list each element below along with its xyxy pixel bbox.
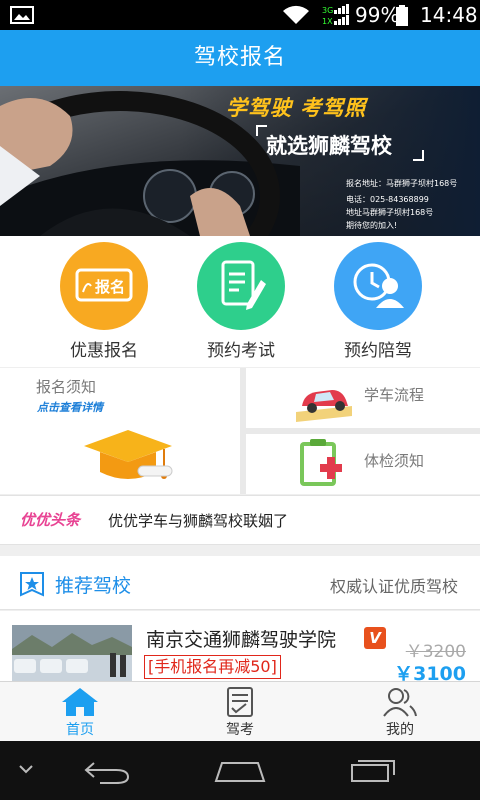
verified-icon: V bbox=[364, 627, 386, 649]
news-headline[interactable]: 优优头条 优优学车与狮麟驾校联姻了 bbox=[0, 495, 480, 545]
battery-icon bbox=[396, 5, 408, 26]
car-icon bbox=[296, 390, 352, 422]
health-check-card[interactable]: 体检须知 bbox=[246, 434, 480, 494]
clock-person-icon bbox=[334, 242, 422, 330]
entry-label: 预约陪驾 bbox=[344, 341, 412, 361]
banner-slogan: 学驾驶 考驾照 bbox=[226, 96, 367, 120]
current-price: ￥3100 bbox=[394, 663, 466, 681]
svg-text:3G: 3G bbox=[322, 6, 333, 15]
title-bar: 驾校报名 bbox=[0, 30, 480, 86]
school-list-item[interactable]: 南京交通狮麟驾驶学院 V ￥3200 [手机报名再减50] ￥3100 bbox=[0, 611, 480, 681]
recent-apps-icon[interactable] bbox=[350, 757, 398, 783]
banner-address: 报名地址：马群狮子坝村168号 bbox=[346, 179, 458, 188]
people-icon bbox=[383, 688, 417, 717]
back-icon[interactable] bbox=[84, 757, 130, 785]
signup-notice-title: 报名须知 bbox=[36, 378, 97, 396]
signup-icon: 报名 bbox=[60, 242, 148, 330]
learning-process-card[interactable]: 学车流程 bbox=[246, 368, 480, 428]
clock: 14:48 bbox=[420, 3, 478, 27]
headline-text: 优优学车与狮麟驾校联姻了 bbox=[108, 512, 289, 530]
school-name: 南京交通狮麟驾驶学院 bbox=[146, 629, 337, 651]
chevron-down-icon[interactable] bbox=[18, 763, 34, 775]
banner-brand: 就选狮麟驾校 bbox=[266, 134, 392, 158]
quick-entries: 报名 优惠报名 预约考试 预约陪驾 bbox=[0, 236, 480, 367]
entry-label: 优惠报名 bbox=[70, 341, 138, 361]
system-nav-bar bbox=[0, 741, 480, 800]
exam-note-icon bbox=[197, 242, 285, 330]
graduation-cap-icon bbox=[84, 430, 173, 479]
signup-badge-text: 报名 bbox=[95, 278, 125, 296]
tab-label: 我的 bbox=[386, 722, 414, 738]
home-button-icon[interactable] bbox=[214, 759, 266, 783]
entry-book-exam[interactable]: 预约考试 bbox=[180, 242, 300, 362]
medical-clipboard-icon bbox=[300, 439, 342, 486]
headline-tag: 优优头条 bbox=[20, 511, 81, 529]
checklist-icon bbox=[227, 687, 253, 717]
entry-discount-signup[interactable]: 报名 优惠报名 bbox=[43, 242, 163, 362]
tab-mine[interactable]: 我的 bbox=[320, 682, 480, 742]
tab-label: 驾考 bbox=[226, 722, 254, 738]
tab-home[interactable]: 首页 bbox=[0, 682, 160, 742]
bottom-tab-bar: 首页 驾考 我的 bbox=[0, 681, 480, 741]
star-badge-icon bbox=[20, 572, 44, 597]
info-grid: 报名须知 点击查看详情 学车流程 体检须知 bbox=[0, 368, 480, 494]
svg-text:1X: 1X bbox=[322, 17, 333, 26]
status-bar: 3G 1X 99% 14:48 bbox=[0, 0, 480, 30]
tab-label: 首页 bbox=[66, 722, 94, 738]
banner-address-2: 地址马群狮子坝村168号 bbox=[346, 208, 434, 217]
promo-tag: [手机报名再减50] bbox=[144, 655, 281, 679]
page-title: 驾校报名 bbox=[193, 45, 286, 70]
app-root: 3G 1X 99% 14:48 驾校报名 学驾驶 考驾照 就选狮麟驾校 报名地址… bbox=[0, 0, 480, 800]
signal-icon: 3G 1X bbox=[322, 4, 349, 26]
signup-notice-card[interactable]: 报名须知 点击查看详情 bbox=[0, 368, 240, 494]
recommend-subtitle: 权威认证优质驾校 bbox=[329, 577, 458, 596]
home-icon bbox=[62, 688, 98, 716]
gallery-icon bbox=[10, 6, 34, 24]
health-check-label: 体检须知 bbox=[364, 452, 425, 470]
tab-driving-test[interactable]: 驾考 bbox=[160, 682, 320, 742]
wifi-icon bbox=[283, 5, 309, 24]
entry-label: 预约考试 bbox=[207, 341, 275, 361]
recommend-header: 推荐驾校 权威认证优质驾校 bbox=[0, 556, 480, 610]
signup-notice-link[interactable]: 点击查看详情 bbox=[37, 399, 103, 415]
banner-welcome: 期待您的加入! bbox=[346, 221, 398, 230]
school-photo bbox=[12, 625, 132, 681]
promo-banner[interactable]: 学驾驶 考驾照 就选狮麟驾校 报名地址：马群狮子坝村168号 电话：025-84… bbox=[0, 86, 480, 236]
battery-percent: 99% bbox=[355, 3, 400, 27]
recommend-title: 推荐驾校 bbox=[55, 575, 132, 597]
banner-phone: 电话：025-84368899 bbox=[346, 195, 429, 204]
entry-book-coach[interactable]: 预约陪驾 bbox=[317, 242, 437, 362]
learning-process-label: 学车流程 bbox=[364, 386, 425, 404]
